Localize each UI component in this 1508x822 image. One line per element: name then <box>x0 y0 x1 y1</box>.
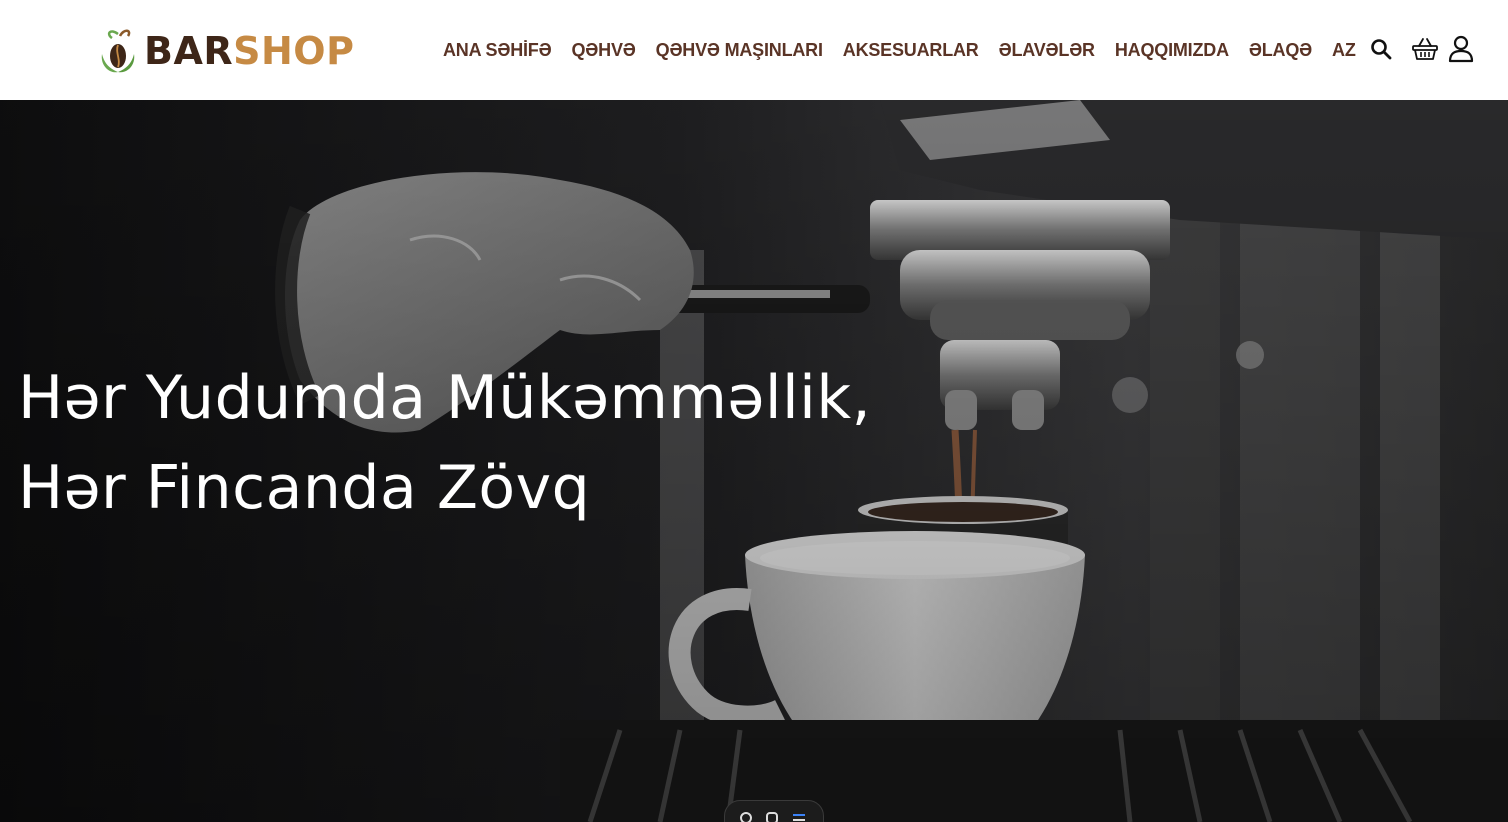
nav-accessories[interactable]: AKSESUARLAR <box>833 40 989 61</box>
floating-toolbar[interactable] <box>724 800 824 822</box>
nav-extras[interactable]: ƏLAVƏLƏR <box>989 40 1105 61</box>
nav-coffee[interactable]: QƏHVƏ <box>561 40 645 61</box>
zoom-icon[interactable] <box>739 811 755 822</box>
coffee-leaf-logo-icon <box>101 29 135 73</box>
nav-home[interactable]: ANA SƏHİFƏ <box>433 40 561 61</box>
hero-headline-line1: Hər Yudumda Mükəmməllik, <box>18 363 872 433</box>
menu-icon[interactable] <box>791 811 807 822</box>
nav-coffee-machines[interactable]: QƏHVƏ MAŞINLARI <box>646 40 833 61</box>
hero-headline-line2: Hər Fincanda Zövq <box>18 453 591 523</box>
user-icon <box>1448 35 1474 63</box>
hero-banner: Hər Yudumda Mükəmməllik, Hər Fincanda Zö… <box>0 100 1508 822</box>
hero-headline: Hər Yudumda Mükəmməllik, Hər Fincanda Zö… <box>18 353 871 533</box>
brand-name-bar: BAR <box>144 29 234 73</box>
language-switcher[interactable]: AZ <box>1322 40 1370 61</box>
nav-contact[interactable]: ƏLAQƏ <box>1239 40 1322 61</box>
brand-logo[interactable]: BARSHOP <box>98 26 354 76</box>
cart-button[interactable] <box>1410 34 1440 64</box>
copy-icon[interactable] <box>765 811 781 822</box>
search-icon <box>1371 39 1392 60</box>
basket-icon <box>1412 38 1438 60</box>
nav-about[interactable]: HAQQIMIZDA <box>1105 40 1239 61</box>
site-header: BARSHOP ANA SƏHİFƏ QƏHVƏ QƏHVƏ MAŞINLARI… <box>0 0 1508 100</box>
search-button[interactable] <box>1366 34 1396 64</box>
brand-name-shop: SHOP <box>233 29 355 73</box>
account-button[interactable] <box>1446 34 1476 64</box>
brand-name: BARSHOP <box>144 32 354 70</box>
main-nav: ANA SƏHİFƏ QƏHVƏ QƏHVƏ MAŞINLARI AKSESUA… <box>433 0 1370 100</box>
